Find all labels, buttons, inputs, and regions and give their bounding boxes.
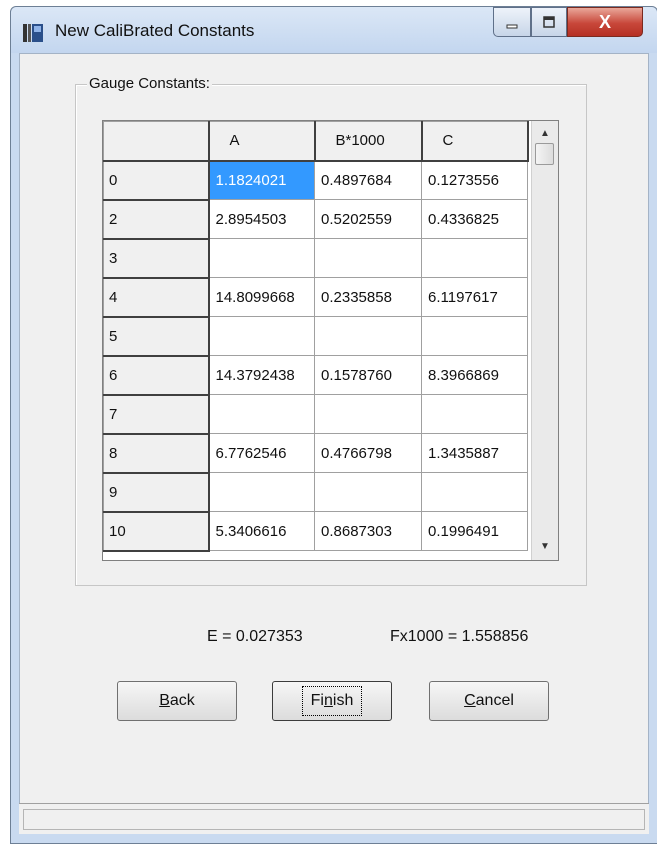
cell-b1000[interactable]: 0.5202559 (314, 199, 422, 239)
cell-c[interactable]: 0.1273556 (421, 160, 528, 200)
cell-a[interactable]: 14.8099668 (208, 277, 315, 317)
title-bar[interactable]: New CaliBrated Constants X (11, 7, 657, 53)
cell-c[interactable]: 0.4336825 (421, 199, 528, 239)
cell-c[interactable]: 6.1197617 (421, 277, 528, 317)
cell-c[interactable] (421, 316, 528, 356)
row-header-cell[interactable]: 4 (103, 277, 210, 318)
row-header-cell[interactable]: 0 (103, 160, 210, 201)
scroll-thumb[interactable] (535, 143, 554, 165)
table-row: 5 (103, 316, 528, 357)
table-row: 10 5.3406616 0.8687303 0.1996491 (103, 511, 528, 552)
cancel-button[interactable]: Cancel (429, 681, 549, 721)
column-header-c[interactable]: C (421, 121, 529, 162)
table-row: 6 14.3792438 0.1578760 8.3966869 (103, 355, 528, 396)
cell-b1000[interactable] (314, 394, 422, 434)
cell-c[interactable]: 0.1996491 (421, 511, 528, 551)
gauge-constants-group: Gauge Constants: A B*1000 C 0 1.1824021 0.… (75, 75, 587, 586)
cell-b1000[interactable] (314, 316, 422, 356)
cell-b1000[interactable]: 0.2335858 (314, 277, 422, 317)
back-mnemonic: B (159, 692, 170, 709)
grid-table: A B*1000 C 0 1.1824021 0.4897684 0.1273556 2… (103, 121, 529, 552)
cell-c[interactable]: 8.3966869 (421, 355, 528, 395)
cell-b1000[interactable] (314, 472, 422, 512)
cell-a[interactable]: 5.3406616 (208, 511, 315, 551)
cell-b1000[interactable]: 0.4766798 (314, 433, 422, 473)
cell-a[interactable]: 2.8954503 (208, 199, 315, 239)
group-label: Gauge Constants: (87, 75, 212, 92)
finish-label-pre: Fi (310, 692, 324, 709)
app-icon (23, 24, 43, 42)
minimize-button[interactable] (493, 7, 531, 37)
constants-grid[interactable]: A B*1000 C 0 1.1824021 0.4897684 0.1273556 2… (102, 120, 559, 561)
cell-b1000[interactable] (314, 238, 422, 278)
table-row: 2 2.8954503 0.5202559 0.4336825 (103, 199, 528, 240)
cell-b1000[interactable]: 0.8687303 (314, 511, 422, 551)
maximize-button[interactable] (531, 7, 567, 37)
finish-label-post: ish (332, 692, 354, 709)
cell-a[interactable] (208, 472, 315, 512)
cell-a[interactable]: 14.3792438 (208, 355, 315, 395)
minimize-icon (506, 24, 518, 29)
column-header-b1000[interactable]: B*1000 (314, 121, 423, 162)
table-row: 4 14.8099668 0.2335858 6.1197617 (103, 277, 528, 318)
finish-button[interactable]: Finish (272, 681, 392, 721)
table-row: 8 6.7762546 0.4766798 1.3435887 (103, 433, 528, 474)
dialog-body: Gauge Constants: A B*1000 C 0 1.1824021 0.… (19, 53, 649, 834)
row-header-cell[interactable]: 10 (103, 511, 210, 552)
cell-c[interactable] (421, 472, 528, 512)
cell-a[interactable] (208, 394, 315, 434)
cancel-label: ancel (475, 692, 514, 709)
table-row: 7 (103, 394, 528, 435)
row-header-cell[interactable]: 3 (103, 238, 210, 279)
scroll-down-icon[interactable]: ▼ (532, 534, 558, 560)
cell-c[interactable] (421, 238, 528, 278)
cell-c[interactable]: 1.3435887 (421, 433, 528, 473)
cell-b1000[interactable]: 0.1578760 (314, 355, 422, 395)
table-row: 0 1.1824021 0.4897684 0.1273556 (103, 160, 528, 201)
status-field (23, 809, 645, 830)
cell-a[interactable] (208, 238, 315, 278)
status-bar (19, 803, 649, 834)
cancel-mnemonic: C (464, 692, 476, 709)
row-header-cell[interactable]: 9 (103, 472, 210, 513)
close-button[interactable]: X (567, 7, 643, 37)
vertical-scrollbar[interactable]: ▲ ▼ (531, 121, 558, 560)
cell-b1000[interactable]: 0.4897684 (314, 160, 422, 200)
cell-c[interactable] (421, 394, 528, 434)
table-row: 9 (103, 472, 528, 513)
cell-a[interactable] (208, 316, 315, 356)
dialog-window: New CaliBrated Constants X Gauge Constan… (10, 6, 657, 844)
fx1000-value-text: Fx1000 = 1.558856 (390, 628, 529, 645)
back-label: ack (169, 692, 195, 709)
row-header-cell[interactable]: 7 (103, 394, 210, 435)
maximize-icon (543, 16, 555, 28)
row-header-cell[interactable]: 5 (103, 316, 210, 357)
grid-corner-cell[interactable] (103, 121, 210, 162)
grid-header-row: A B*1000 C (103, 121, 529, 162)
e-value-text: E = 0.027353 (207, 628, 303, 645)
row-header-cell[interactable]: 8 (103, 433, 210, 474)
column-header-a[interactable]: A (208, 121, 316, 162)
finish-mnemonic: n (323, 692, 333, 709)
row-header-cell[interactable]: 2 (103, 199, 210, 240)
back-button[interactable]: Back (117, 681, 237, 721)
cell-a[interactable]: 1.1824021 (208, 160, 315, 200)
table-row: 3 (103, 238, 528, 279)
window-title: New CaliBrated Constants (55, 21, 255, 40)
cell-a[interactable]: 6.7762546 (208, 433, 315, 473)
row-header-cell[interactable]: 6 (103, 355, 210, 396)
